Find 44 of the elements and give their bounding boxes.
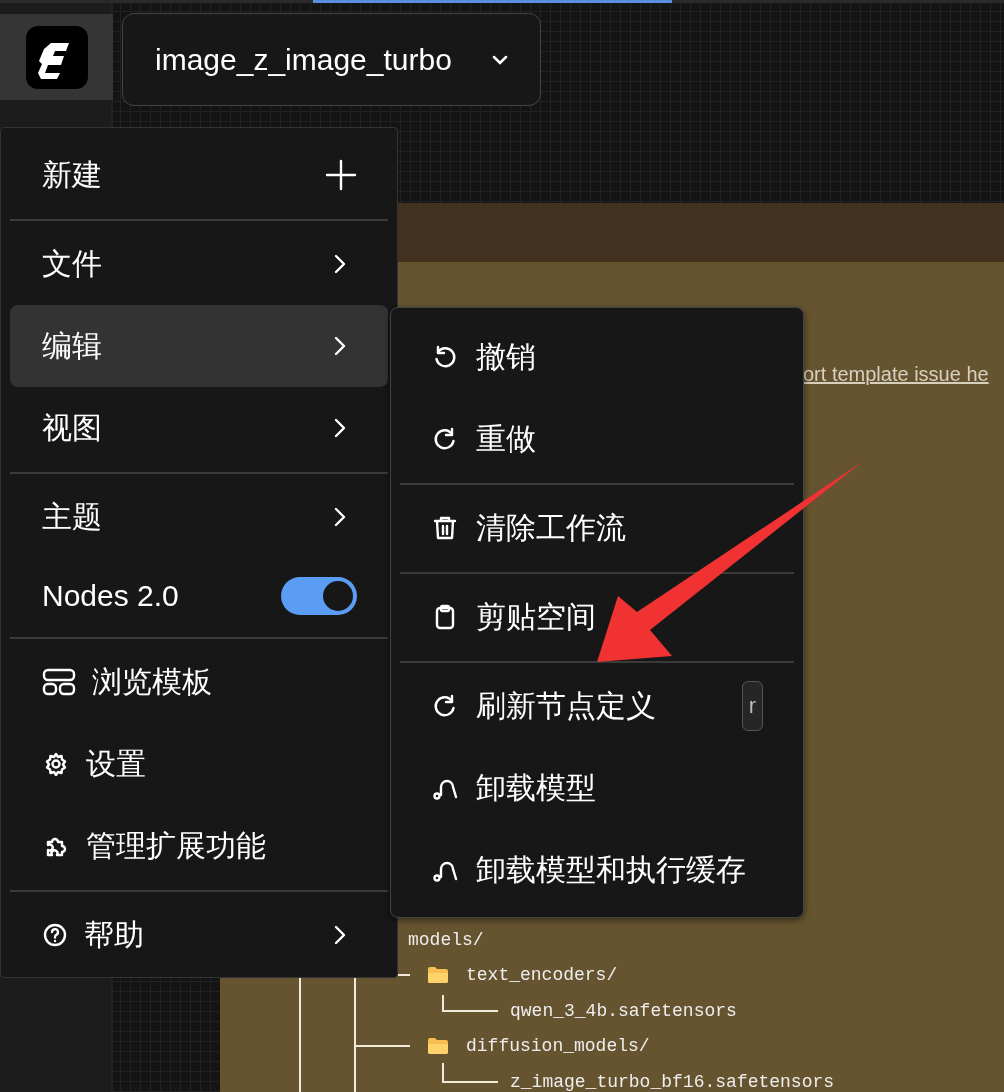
logo-icon	[25, 25, 88, 89]
folder-icon	[427, 966, 449, 985]
menu-item[interactable]: 新建	[10, 134, 388, 216]
menu-item[interactable]: 刷新节点定义 r	[400, 665, 794, 747]
redo-icon	[432, 426, 458, 452]
menu-item[interactable]: 卸载模型和执行缓存	[400, 829, 794, 911]
menu-item[interactable]: 剪贴空间	[400, 576, 794, 658]
layout-icon	[42, 668, 76, 696]
menu-item[interactable]: 撤销	[400, 316, 794, 398]
help-icon	[43, 923, 67, 947]
menu-item[interactable]: 主题	[10, 476, 388, 558]
toggle-label: Nodes 2.0	[42, 579, 179, 613]
folder-icon	[427, 1037, 449, 1056]
menu-item[interactable]: 视图	[10, 387, 388, 469]
trash-icon	[432, 515, 458, 541]
menu-item[interactable]: 编辑	[10, 305, 388, 387]
folder-name: text_encoders/	[466, 965, 618, 986]
refresh-icon	[432, 693, 458, 719]
file-name: z_image_turbo_bf16.safetensors	[510, 1071, 835, 1092]
menu-item[interactable]: 清除工作流	[400, 487, 794, 569]
file-name: qwen_3_4b.safetensors	[510, 1000, 737, 1021]
folder-name: diffusion_models/	[466, 1036, 650, 1057]
menu-item[interactable]: 浏览模板	[10, 641, 388, 723]
menu-item[interactable]: 帮助	[10, 894, 388, 976]
report-link[interactable]: ort template issue he	[803, 362, 1004, 386]
chevron-right-icon	[333, 924, 347, 946]
menu-item[interactable]: 管理扩展功能	[10, 805, 388, 887]
menu-item[interactable]: 重做	[400, 398, 794, 480]
chevron-right-icon	[333, 417, 347, 439]
undo-icon	[432, 344, 458, 370]
gear-icon	[44, 752, 68, 776]
toggle-switch[interactable]	[281, 577, 357, 615]
workflow-dropdown[interactable]: image_z_image_turbo	[122, 13, 541, 106]
chevron-down-icon	[492, 54, 508, 65]
menu-item[interactable]: 设置	[10, 723, 388, 805]
menu-item[interactable]: 卸载模型	[400, 747, 794, 829]
plus-icon	[325, 159, 357, 191]
logo-button[interactable]	[0, 14, 113, 100]
folder-name: models/	[408, 929, 484, 950]
chevron-right-icon	[333, 253, 347, 275]
chevron-right-icon	[333, 335, 347, 357]
menu-item[interactable]: 文件	[10, 223, 388, 305]
chevron-right-icon	[333, 506, 347, 528]
shortcut-key: r	[741, 681, 763, 731]
